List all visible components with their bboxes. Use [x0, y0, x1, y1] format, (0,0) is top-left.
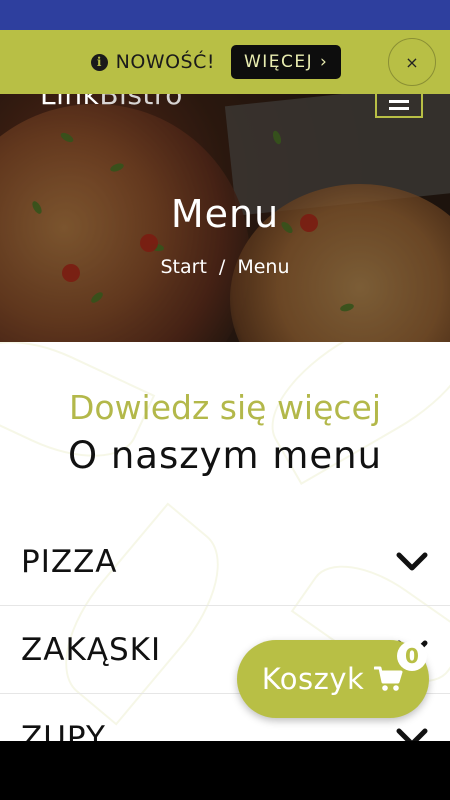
logo-bold: Link: [40, 94, 100, 111]
logo-light: Bistro: [99, 94, 183, 111]
page-title: Menu: [170, 192, 280, 236]
chevron-down-icon: [396, 552, 428, 570]
breadcrumb-separator: /: [218, 256, 226, 278]
category-pizza[interactable]: PIZZA: [0, 518, 450, 606]
hero-banner: LinkBistro Menu Start / Menu: [0, 94, 450, 342]
breadcrumb: Start / Menu: [0, 256, 450, 278]
cart-label: Koszyk: [261, 662, 365, 696]
chevron-down-icon: [396, 728, 428, 742]
cart-count-badge: 0: [397, 641, 427, 671]
notice-more-button[interactable]: WIĘCEJ ›: [230, 45, 342, 79]
hamburger-icon[interactable]: [375, 94, 423, 118]
logo[interactable]: LinkBistro: [40, 94, 183, 111]
close-icon[interactable]: ×: [388, 38, 436, 86]
breadcrumb-current: Menu: [237, 256, 290, 278]
notice-text: NOWOŚĆ!: [115, 51, 215, 73]
category-label: ZUPY: [21, 719, 106, 743]
cart-button[interactable]: Koszyk 0: [237, 640, 429, 718]
breadcrumb-start[interactable]: Start: [161, 256, 207, 278]
section-heading: O naszym menu: [67, 434, 383, 477]
category-label: PIZZA: [21, 543, 118, 580]
notice-bar: i NOWOŚĆ! WIĘCEJ › ×: [0, 30, 450, 94]
category-label: ZAKĄSKI: [21, 631, 162, 668]
status-bar: [0, 0, 450, 30]
system-navigation-bar: [0, 741, 450, 800]
cart-icon: [374, 666, 403, 691]
info-icon: i: [90, 53, 108, 71]
section-subtitle: Dowiedz się więcej: [68, 388, 382, 427]
